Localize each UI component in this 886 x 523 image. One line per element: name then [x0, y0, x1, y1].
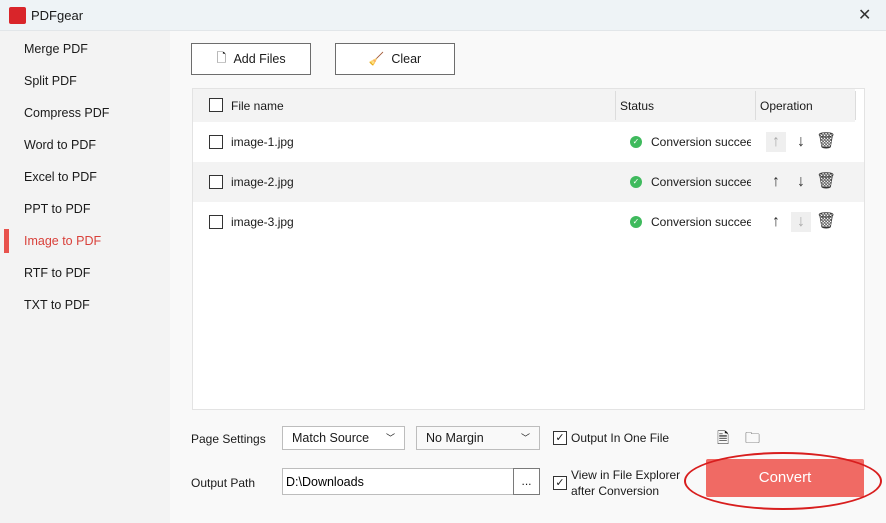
broom-icon: 🧹: [368, 51, 385, 66]
window-title: PDFgear: [31, 8, 84, 23]
success-icon: ✓: [630, 216, 642, 228]
sidebar: Merge PDF Split PDF Compress PDF Word to PD…: [0, 31, 170, 523]
status-text: Conversion succeeded: [651, 135, 751, 149]
row-checkbox[interactable]: [209, 135, 223, 149]
success-icon: ✓: [630, 136, 642, 148]
convert-button[interactable]: Convert: [706, 459, 864, 497]
add-file-icon: 🗋: [216, 50, 227, 65]
status-text: Conversion succeeded: [651, 175, 751, 189]
row-checkbox[interactable]: [209, 215, 223, 229]
column-status: Status: [620, 99, 655, 113]
page-settings-label: Page Settings: [191, 432, 266, 446]
move-down-icon[interactable]: ↓: [791, 132, 811, 152]
move-up-icon[interactable]: ↑: [766, 132, 786, 152]
output-one-file-label: Output In One File: [571, 431, 670, 445]
pdfgear-logo: [9, 7, 26, 24]
move-down-icon[interactable]: ↓: [791, 172, 811, 192]
select-all-checkbox[interactable]: [209, 98, 223, 112]
clear-button[interactable]: 🧹 Clear: [335, 43, 455, 75]
output-path-input[interactable]: [282, 468, 514, 495]
browse-button[interactable]: ...: [513, 468, 540, 495]
sidebar-item[interactable]: RTF to PDF: [0, 257, 170, 289]
view-explorer-label-line1: View in File Explorer: [571, 468, 681, 482]
file-name: image-3.jpg: [231, 215, 294, 229]
sidebar-item[interactable]: Split PDF: [0, 65, 170, 97]
close-icon[interactable]: ✕: [858, 5, 871, 25]
sidebar-item[interactable]: PPT to PDF: [0, 193, 170, 225]
file-name: image-2.jpg: [231, 175, 294, 189]
chevron-down-icon: ﹀: [520, 433, 530, 443]
move-down-icon[interactable]: ↓: [791, 212, 811, 232]
delete-icon[interactable]: 🗑: [816, 212, 836, 232]
sidebar-item[interactable]: Word to PDF: [0, 129, 170, 161]
margin-dropdown[interactable]: No Margin ﹀: [416, 426, 540, 450]
sidebar-item[interactable]: Merge PDF: [0, 33, 170, 65]
status-text: Conversion succeeded: [651, 215, 751, 229]
file-table: File name Status Operation image-1.jpg ✓…: [192, 88, 865, 410]
chevron-down-icon: ﹀: [385, 433, 395, 443]
column-file-name: File name: [231, 99, 284, 113]
move-up-icon[interactable]: ↑: [766, 172, 786, 192]
output-path-label: Output Path: [191, 476, 256, 490]
sidebar-item[interactable]: Image to PDF: [0, 225, 170, 257]
row-checkbox[interactable]: [209, 175, 223, 189]
table-header: File name Status Operation: [193, 89, 856, 122]
view-explorer-label-line2: after Conversion: [571, 484, 660, 498]
table-row[interactable]: image-2.jpg ✓ Conversion succeeded ↑ ↓ 🗑: [193, 162, 864, 202]
table-row[interactable]: image-3.jpg ✓ Conversion succeeded ↑ ↓ 🗑: [193, 202, 864, 242]
table-row[interactable]: image-1.jpg ✓ Conversion succeeded ↑ ↓ 🗑: [193, 122, 864, 162]
delete-icon[interactable]: 🗑: [816, 172, 836, 192]
add-files-button[interactable]: 🗋 Add Files: [191, 43, 311, 75]
title-bar: PDFgear ✕: [0, 0, 886, 31]
output-one-file-checkbox[interactable]: ✓: [553, 431, 567, 445]
column-operation: Operation: [760, 99, 813, 113]
view-explorer-checkbox[interactable]: ✓: [553, 476, 567, 490]
sidebar-item[interactable]: Excel to PDF: [0, 161, 170, 193]
file-name: image-1.jpg: [231, 135, 294, 149]
success-icon: ✓: [630, 176, 642, 188]
sidebar-item[interactable]: Compress PDF: [0, 97, 170, 129]
delete-icon[interactable]: 🗑: [816, 132, 836, 152]
folder-icon[interactable]: 🗀: [745, 428, 760, 453]
sidebar-item[interactable]: TXT to PDF: [0, 289, 170, 321]
move-up-icon[interactable]: ↑: [766, 212, 786, 232]
page-size-dropdown[interactable]: Match Source ﹀: [282, 426, 405, 450]
document-icon[interactable]: 🗎: [717, 428, 729, 453]
